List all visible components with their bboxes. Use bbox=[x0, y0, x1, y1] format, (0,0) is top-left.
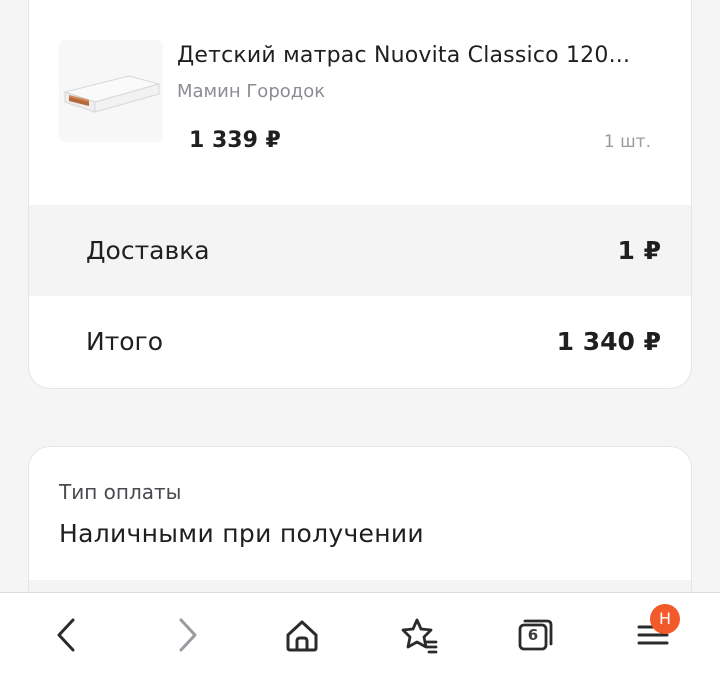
product-item[interactable]: Детский матрас Nuovita Classico 120... М… bbox=[29, 0, 691, 185]
product-seller: Мамин Городок bbox=[177, 81, 326, 102]
menu-notification-badge[interactable]: H bbox=[650, 604, 680, 634]
browser-bottom-bar: 6 bbox=[0, 592, 720, 677]
payment-type-value[interactable]: Наличными при получении bbox=[59, 517, 424, 551]
back-button[interactable] bbox=[39, 607, 95, 663]
total-row: Итого 1 340 ₽ bbox=[29, 296, 691, 387]
product-image[interactable] bbox=[59, 40, 163, 142]
home-icon bbox=[286, 620, 318, 652]
chevron-right-icon bbox=[179, 618, 197, 652]
product-name[interactable]: Детский матрас Nuovita Classico 120... bbox=[177, 42, 667, 70]
delivery-row: Доставка 1 ₽ bbox=[29, 205, 691, 296]
payment-type-label: Тип оплаты bbox=[59, 480, 182, 504]
product-quantity: 1 шт. bbox=[603, 132, 651, 152]
total-label: Итого bbox=[86, 327, 163, 356]
total-value: 1 340 ₽ bbox=[556, 327, 661, 356]
star-list-icon bbox=[401, 618, 438, 654]
product-price: 1 339 ₽ bbox=[189, 128, 281, 153]
tabs-count: 6 bbox=[527, 626, 539, 644]
delivery-value: 1 ₽ bbox=[617, 236, 662, 265]
forward-button[interactable] bbox=[159, 607, 215, 663]
home-button[interactable] bbox=[274, 607, 330, 663]
chevron-left-icon bbox=[57, 618, 75, 652]
mattress-thumbnail-icon bbox=[63, 75, 161, 113]
tabs-button[interactable]: 6 bbox=[507, 607, 563, 663]
order-summary-card: Детский матрас Nuovita Classico 120... М… bbox=[28, 0, 692, 389]
checkout-page: Детский матрас Nuovita Classico 120... М… bbox=[0, 0, 720, 677]
delivery-label: Доставка bbox=[86, 236, 210, 265]
bookmarks-button[interactable] bbox=[391, 607, 447, 663]
